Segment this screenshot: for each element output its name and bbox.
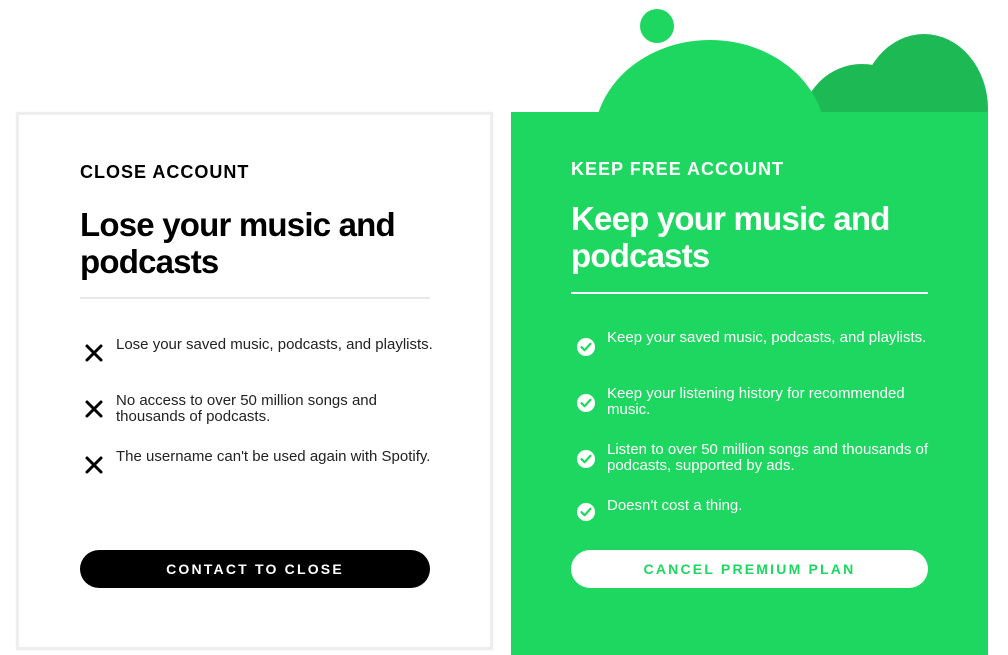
keep-free-account-heading: KEEP FREE ACCOUNT xyxy=(571,159,785,179)
x-icon xyxy=(85,344,103,362)
close-account-heading: CLOSE ACCOUNT xyxy=(80,162,250,182)
feature-text: The username can't be used again with Sp… xyxy=(116,448,431,465)
feature-text: Lose your saved music, podcasts, and pla… xyxy=(116,336,433,353)
keep-free-account-card: KEEP FREE ACCOUNT Keep your music and po… xyxy=(511,112,988,655)
divider xyxy=(80,297,430,299)
keep-free-account-title: Keep your music and podcasts xyxy=(571,200,890,274)
feature-text: Keep your saved music, podcasts, and pla… xyxy=(607,329,927,346)
contact-to-close-button[interactable]: CONTACT TO CLOSE xyxy=(80,550,430,588)
feature-text: Doesn't cost a thing. xyxy=(607,497,743,514)
close-account-title: Lose your music and podcasts xyxy=(80,206,396,280)
feature-text: No access to over 50 million songs and t… xyxy=(116,392,377,425)
x-icon xyxy=(85,400,103,418)
check-circle-icon xyxy=(577,394,595,412)
check-circle-icon xyxy=(577,338,595,356)
cancel-premium-plan-button[interactable]: CANCEL PREMIUM PLAN xyxy=(571,550,928,588)
close-account-card: CLOSE ACCOUNT Lose your music and podcas… xyxy=(16,112,493,650)
check-circle-icon xyxy=(577,503,595,521)
divider xyxy=(571,292,928,294)
feature-text: Keep your listening history for recommen… xyxy=(607,385,905,418)
x-icon xyxy=(85,456,103,474)
check-circle-icon xyxy=(577,450,595,468)
decorative-dot xyxy=(640,9,674,43)
feature-text: Listen to over 50 million songs and thou… xyxy=(607,441,929,474)
